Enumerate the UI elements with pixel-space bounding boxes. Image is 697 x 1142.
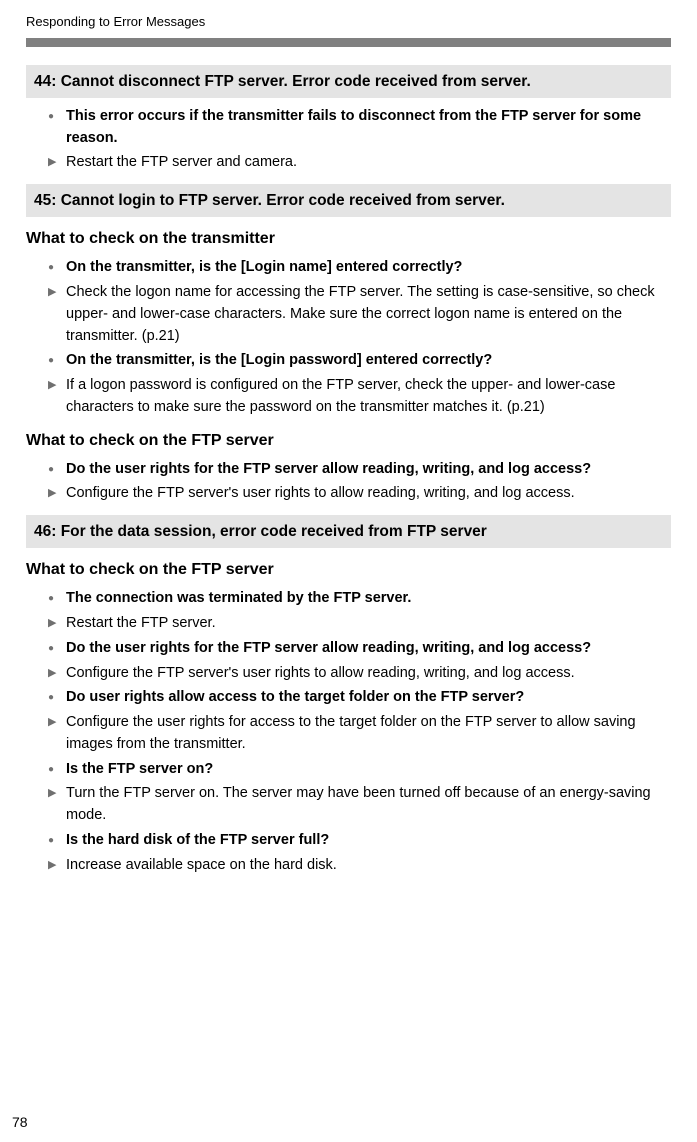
action-text: Configure the user rights for access to … [66,712,671,756]
list-item: ●On the transmitter, is the [Login passw… [48,350,671,372]
item-list: ●Do the user rights for the FTP server a… [26,459,671,506]
sub-heading: What to check on the transmitter [26,227,671,251]
bullet-icon: ● [48,350,62,369]
list-item: ●Is the FTP server on? [48,759,671,781]
action-text: Check the logon name for accessing the F… [66,282,671,347]
action-text: If a logon password is configured on the… [66,375,671,419]
list-item: ▶Configure the FTP server's user rights … [48,663,671,685]
list-item: ▶Turn the FTP server on. The server may … [48,783,671,827]
action-icon: ▶ [48,663,62,683]
running-head: Responding to Error Messages [26,12,671,32]
page-number: 78 [12,1112,28,1133]
sub-heading: What to check on the FTP server [26,429,671,453]
item-list: ●On the transmitter, is the [Login name]… [26,257,671,418]
action-icon: ▶ [48,483,62,503]
list-item: ▶If a logon password is configured on th… [48,375,671,419]
bullet-icon: ● [48,638,62,657]
item-list: ●The connection was terminated by the FT… [26,588,671,876]
section-title: 46: For the data session, error code rec… [26,515,671,548]
item-list: ●This error occurs if the transmitter fa… [26,106,671,174]
bullet-icon: ● [48,257,62,276]
list-item: ●Do the user rights for the FTP server a… [48,459,671,481]
header-divider [26,38,671,47]
list-item: ▶Increase available space on the hard di… [48,855,671,877]
list-item: ▶Configure the user rights for access to… [48,712,671,756]
action-text: Configure the FTP server's user rights t… [66,483,671,505]
list-item: ●On the transmitter, is the [Login name]… [48,257,671,279]
bullet-text: Do the user rights for the FTP server al… [66,459,671,481]
section-title: 44: Cannot disconnect FTP server. Error … [26,65,671,98]
bullet-text: On the transmitter, is the [Login name] … [66,257,671,279]
bullet-icon: ● [48,106,62,125]
bullet-icon: ● [48,588,62,607]
list-item: ●Do user rights allow access to the targ… [48,687,671,709]
bullet-text: Do the user rights for the FTP server al… [66,638,671,660]
sub-heading: What to check on the FTP server [26,558,671,582]
action-text: Restart the FTP server. [66,613,671,635]
bullet-icon: ● [48,687,62,706]
action-text: Increase available space on the hard dis… [66,855,671,877]
bullet-icon: ● [48,759,62,778]
bullet-text: Do user rights allow access to the targe… [66,687,671,709]
bullet-text: On the transmitter, is the [Login passwo… [66,350,671,372]
list-item: ●The connection was terminated by the FT… [48,588,671,610]
action-icon: ▶ [48,712,62,732]
action-text: Restart the FTP server and camera. [66,152,671,174]
action-icon: ▶ [48,783,62,803]
action-icon: ▶ [48,375,62,395]
bullet-text: Is the FTP server on? [66,759,671,781]
action-icon: ▶ [48,855,62,875]
action-icon: ▶ [48,613,62,633]
list-item: ▶Configure the FTP server's user rights … [48,483,671,505]
bullet-icon: ● [48,459,62,478]
list-item: ●Do the user rights for the FTP server a… [48,638,671,660]
list-item: ▶Check the logon name for accessing the … [48,282,671,347]
bullet-icon: ● [48,830,62,849]
list-item: ●This error occurs if the transmitter fa… [48,106,671,150]
action-text: Turn the FTP server on. The server may h… [66,783,671,827]
bullet-text: This error occurs if the transmitter fai… [66,106,671,150]
action-icon: ▶ [48,152,62,172]
list-item: ▶Restart the FTP server and camera. [48,152,671,174]
bullet-text: Is the hard disk of the FTP server full? [66,830,671,852]
action-icon: ▶ [48,282,62,302]
action-text: Configure the FTP server's user rights t… [66,663,671,685]
list-item: ●Is the hard disk of the FTP server full… [48,830,671,852]
section-title: 45: Cannot login to FTP server. Error co… [26,184,671,217]
bullet-text: The connection was terminated by the FTP… [66,588,671,610]
list-item: ▶Restart the FTP server. [48,613,671,635]
